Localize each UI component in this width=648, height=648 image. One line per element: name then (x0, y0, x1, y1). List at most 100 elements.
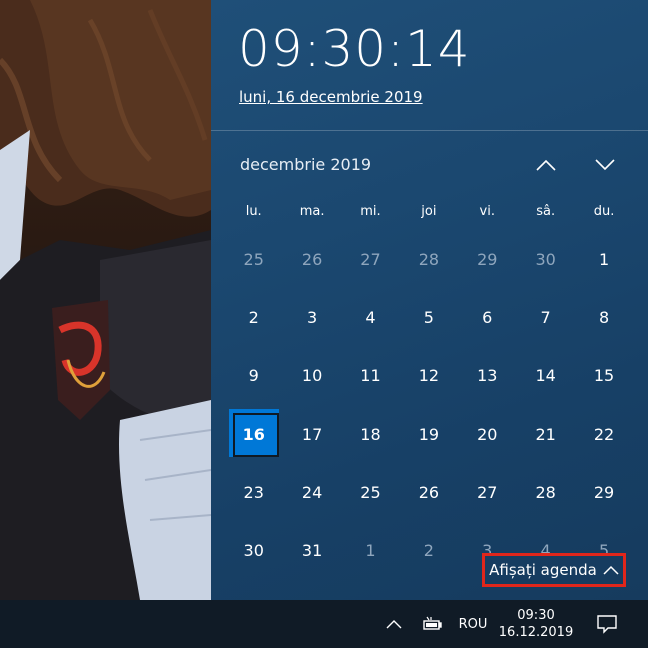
calendar-day-label: 2 (423, 541, 434, 561)
calendar-day[interactable]: 1 (575, 230, 633, 288)
taskbar-clock-button[interactable]: 09:30 16.12.2019 (496, 600, 576, 648)
calendar-day-label: 29 (593, 482, 615, 502)
calendar-day[interactable]: 29 (458, 230, 516, 288)
weekday-label: du. (593, 204, 615, 219)
calendar-day[interactable]: 27 (341, 230, 399, 288)
calendar-day[interactable]: 25 (225, 230, 283, 288)
previous-month-button[interactable] (531, 150, 561, 180)
calendar-day[interactable]: 17 (283, 405, 341, 463)
calendar-day[interactable]: 23 (225, 463, 283, 521)
calendar-day-label: 13 (477, 366, 498, 386)
calendar-day[interactable]: 28 (516, 463, 574, 521)
calendar-day-label: 28 (418, 249, 440, 269)
calendar-flyout: 09:30:14 luni, 16 decembrie 2019 decembr… (211, 0, 648, 600)
calendar-day[interactable]: 2 (225, 288, 283, 346)
calendar-day-label: 11 (360, 366, 381, 386)
weekday-label: joi (421, 204, 437, 219)
input-language-button[interactable]: ROU (452, 600, 494, 648)
calendar-day[interactable]: 31 (283, 521, 341, 579)
calendar-day[interactable]: 26 (283, 230, 341, 288)
calendar-day-label: 15 (593, 366, 615, 386)
calendar-day-label: 10 (301, 366, 323, 386)
calendar-day[interactable]: 15 (575, 347, 633, 405)
calendar-day[interactable]: 8 (575, 288, 633, 346)
calendar-day[interactable]: 13 (458, 347, 516, 405)
weekday-label: mi. (360, 204, 381, 219)
calendar-day-label: 29 (477, 249, 498, 269)
battery-button[interactable] (418, 600, 446, 648)
calendar-day-label: 9 (248, 366, 259, 386)
calendar-day-today[interactable]: 16 (225, 405, 283, 463)
calendar-day[interactable]: 10 (283, 347, 341, 405)
calendar-day-label: 4 (365, 307, 376, 327)
calendar-day[interactable]: 12 (400, 347, 458, 405)
desktop-wallpaper (0, 0, 211, 600)
weekday-label: ma. (299, 204, 325, 219)
calendar-day-label: 14 (535, 366, 556, 386)
calendar-day[interactable]: 30 (225, 521, 283, 579)
calendar-day-label: 2 (248, 307, 259, 327)
chevron-down-icon (595, 159, 615, 171)
calendar-day[interactable]: 28 (400, 230, 458, 288)
calendar-day[interactable]: 20 (458, 405, 516, 463)
calendar-day[interactable]: 24 (283, 463, 341, 521)
calendar-day-label: 6 (482, 307, 493, 327)
calendar-day-label: 12 (418, 366, 440, 386)
calendar-day-label: 28 (535, 482, 556, 502)
calendar-day[interactable]: 9 (225, 347, 283, 405)
weekday-label: vi. (479, 204, 495, 219)
calendar-day[interactable]: 3 (283, 288, 341, 346)
calendar-day[interactable]: 26 (400, 463, 458, 521)
battery-icon (423, 616, 442, 630)
calendar-day-label: 17 (301, 424, 323, 444)
calendar-day[interactable]: 30 (516, 230, 574, 288)
calendar-day-label: 1 (598, 249, 610, 269)
calendar-day[interactable]: 18 (341, 405, 399, 463)
calendar-day-label: 3 (306, 307, 318, 327)
divider (211, 130, 648, 131)
calendar-day-label: 7 (540, 307, 551, 327)
month-year-label[interactable]: decembrie 2019 (240, 155, 371, 174)
calendar-day-label: 25 (243, 249, 264, 269)
calendar-day[interactable]: 27 (458, 463, 516, 521)
calendar-day-label: 22 (593, 424, 615, 444)
clock-time: 09:30:14 (238, 20, 471, 78)
calendar-day[interactable]: 25 (341, 463, 399, 521)
taskbar-time: 09:30 (517, 608, 555, 623)
calendar-day-label: 26 (418, 482, 440, 502)
show-hidden-icons-button[interactable] (380, 600, 408, 648)
calendar-day[interactable]: 22 (575, 405, 633, 463)
calendar-day[interactable]: 6 (458, 288, 516, 346)
chevron-up-icon (386, 620, 402, 629)
calendar-day[interactable]: 11 (341, 347, 399, 405)
calendar-day-label: 18 (360, 424, 381, 444)
show-agenda-label: Afișați agenda (489, 561, 597, 579)
calendar-day[interactable]: 7 (516, 288, 574, 346)
calendar-day[interactable]: 21 (516, 405, 574, 463)
calendar-day-label: 26 (301, 249, 323, 269)
calendar-day[interactable]: 5 (400, 288, 458, 346)
calendar-day[interactable]: 2 (400, 521, 458, 579)
action-center-button[interactable] (590, 600, 624, 648)
calendar-day-label: 31 (301, 541, 323, 561)
calendar-day[interactable]: 19 (400, 405, 458, 463)
taskbar-date: 16.12.2019 (498, 625, 574, 640)
calendar-day-label: 8 (598, 307, 610, 327)
calendar-day-label: 21 (535, 424, 556, 444)
calendar-day-grid: 25 26 27 28 29 30 1 2 3 4 5 6 7 8 9 10 11 12 13 14 15 16 17 18 1… (225, 230, 634, 580)
calendar-day-label: 19 (418, 424, 440, 444)
calendar-day-label: 5 (423, 307, 434, 327)
wallpaper-image (0, 0, 211, 600)
calendar-day-label: 20 (477, 424, 498, 444)
calendar-day-label: 1 (365, 541, 376, 561)
calendar-day-label: 30 (243, 541, 264, 561)
weekday-header: lu. ma. mi. joi vi. sâ. du. (225, 204, 634, 219)
calendar-day-label: 16 (242, 424, 265, 444)
calendar-day[interactable]: 29 (575, 463, 633, 521)
calendar-day[interactable]: 1 (341, 521, 399, 579)
calendar-day[interactable]: 4 (341, 288, 399, 346)
next-month-button[interactable] (590, 150, 620, 180)
calendar-day[interactable]: 14 (516, 347, 574, 405)
show-agenda-button[interactable]: Afișați agenda (482, 553, 626, 587)
full-date-link[interactable]: luni, 16 decembrie 2019 (239, 88, 423, 106)
